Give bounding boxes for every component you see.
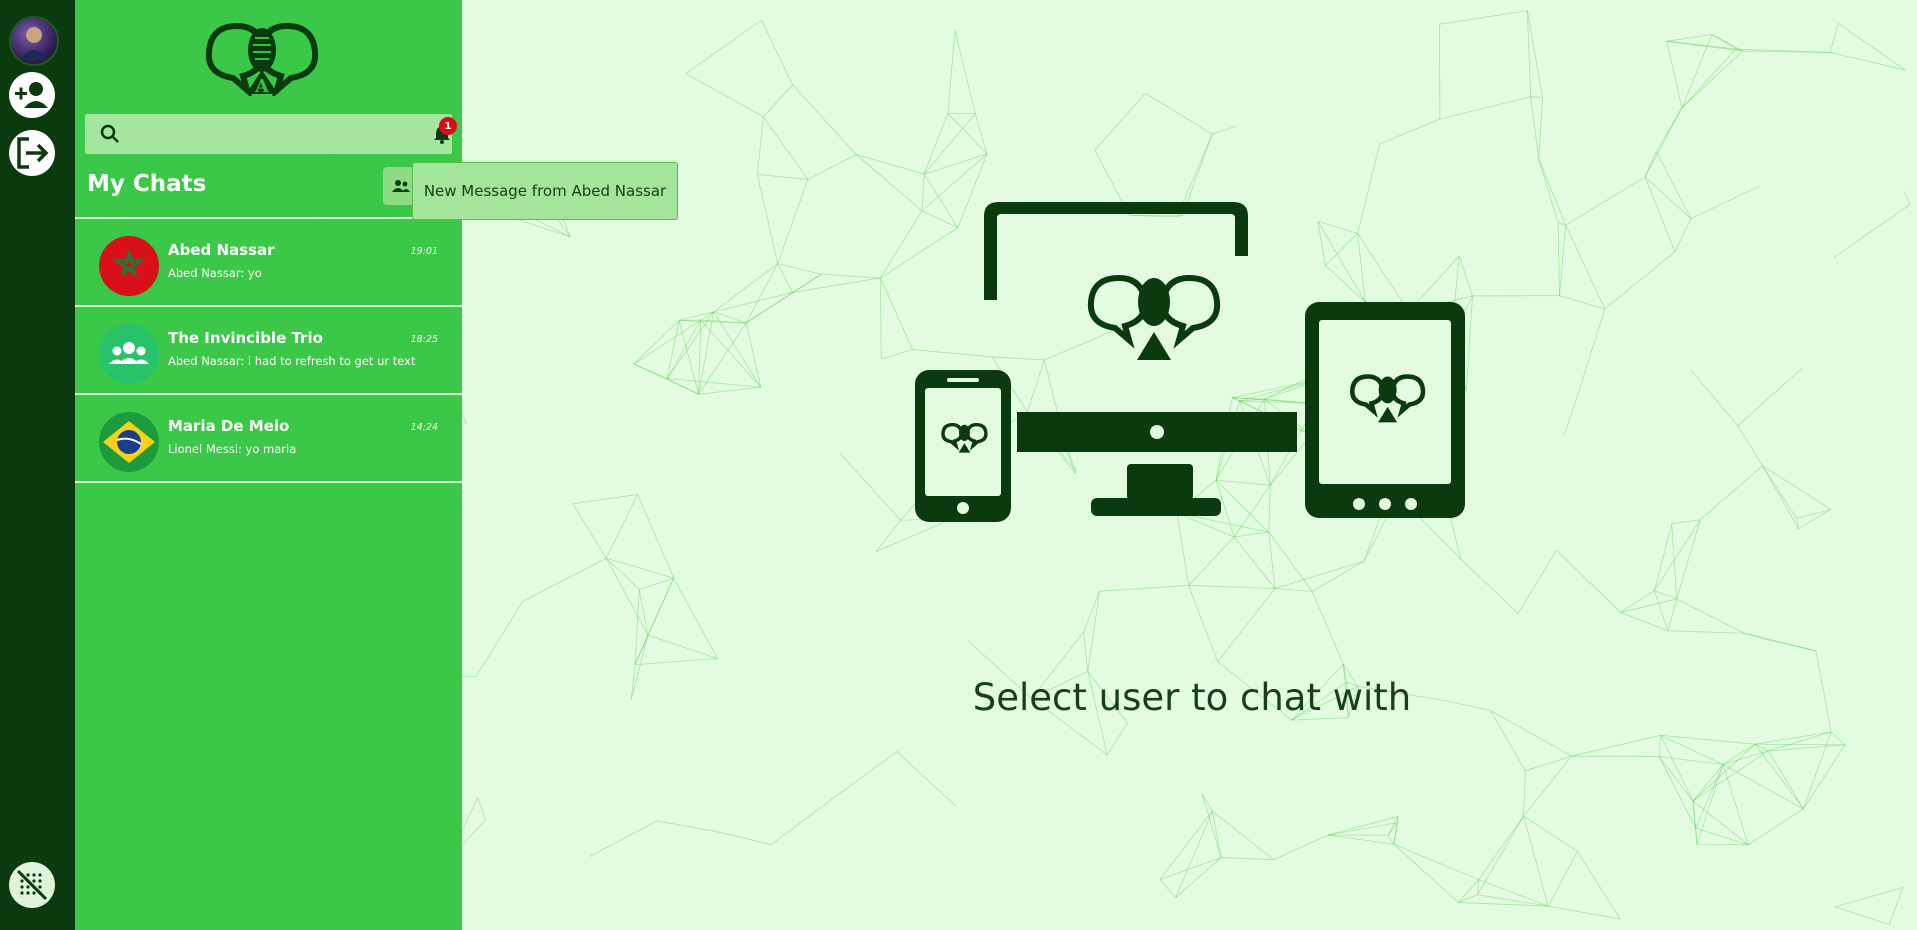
profile-avatar[interactable]: [9, 16, 59, 66]
add-user-icon: [15, 82, 48, 108]
empty-state-message: Select user to chat with: [972, 676, 1412, 719]
chat-name: Abed Nassar: [168, 241, 275, 259]
app-logo: A: [205, 22, 319, 96]
search-bar: 1: [85, 114, 457, 154]
background-toggle-button[interactable]: [9, 862, 55, 908]
chat-last-message: Lionel Messi: yo maria: [168, 442, 297, 456]
brazil-flag-avatar: [99, 412, 159, 472]
chat-timestamp: 14:24: [410, 422, 438, 433]
main-panel: Select user to chat with: [462, 0, 1917, 930]
chat-timestamp: 18:25: [410, 334, 438, 345]
logo-letter: A: [254, 76, 270, 96]
group-add-icon: [392, 180, 410, 192]
logout-icon: [17, 137, 49, 169]
chats-title: My Chats: [87, 171, 207, 197]
chat-name: The Invincible Trio: [168, 329, 323, 347]
chat-list-item[interactable]: Maria De Melo Lionel Messi: yo maria 14:…: [75, 393, 462, 483]
chats-sidebar: A 1 My Chats Abed Nassar Abed Nassar: yo…: [75, 0, 462, 930]
profile-photo-icon: [20, 27, 48, 60]
chat-list-item[interactable]: Abed Nassar Abed Nassar: yo 19:01: [75, 217, 462, 305]
chat-timestamp: 19:01: [410, 246, 438, 257]
new-message-toast[interactable]: New Message from Abed Nassar: [412, 162, 678, 220]
devices-illustration-icon: [915, 202, 1465, 522]
logout-button[interactable]: [9, 130, 55, 176]
chat-name: Maria De Melo: [168, 417, 290, 435]
notification-count-badge: 1: [439, 117, 457, 135]
group-icon: [99, 324, 159, 384]
chat-list-item[interactable]: The Invincible Trio Abed Nassar: i had t…: [75, 305, 462, 393]
add-user-button[interactable]: [9, 72, 55, 118]
group-avatar: [99, 324, 159, 384]
chat-last-message: Abed Nassar: yo: [168, 266, 262, 280]
chat-list: Abed Nassar Abed Nassar: yo 19:01 The In…: [75, 217, 462, 483]
search-input[interactable]: [131, 120, 405, 150]
background-toggle-icon: [16, 869, 48, 901]
chat-last-message: Abed Nassar: i had to refresh to get ur …: [168, 354, 416, 368]
morocco-flag-avatar: [99, 236, 159, 296]
search-icon[interactable]: [99, 123, 121, 145]
left-rail: [0, 0, 75, 930]
